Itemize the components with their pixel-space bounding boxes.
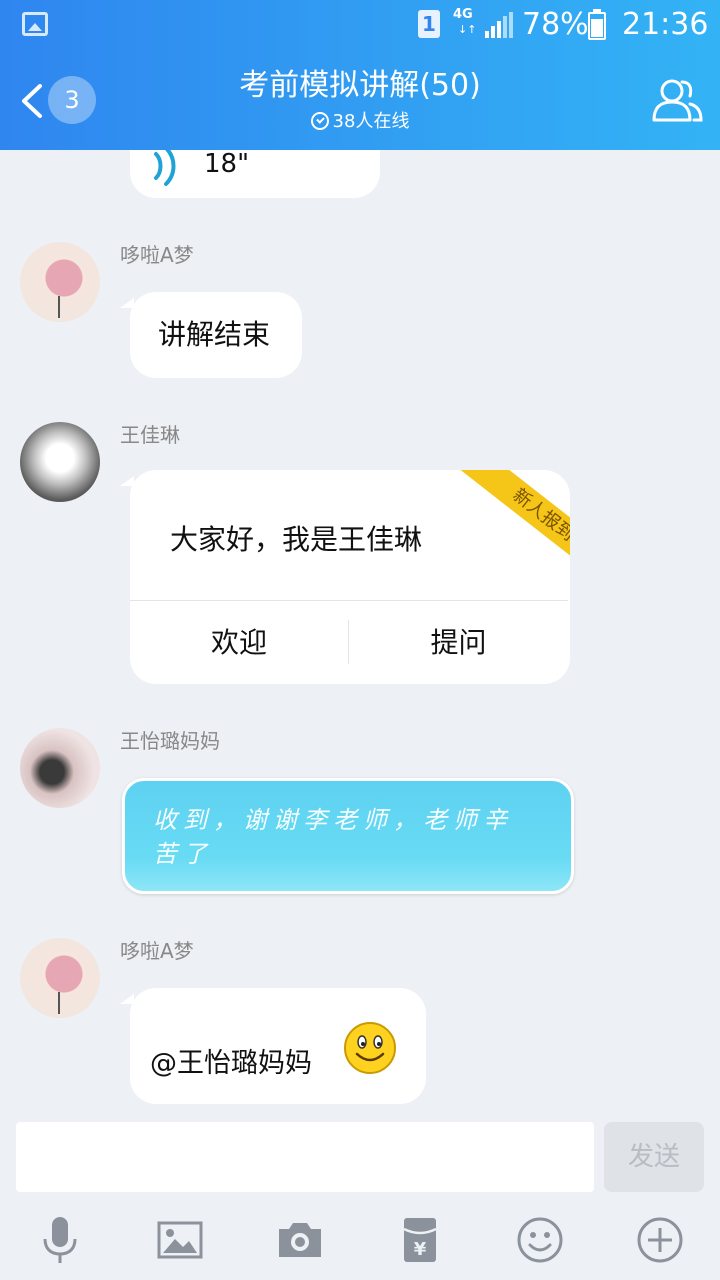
avatar[interactable] — [20, 422, 100, 502]
chevron-left-icon — [22, 84, 42, 118]
network-type: 4G — [453, 7, 473, 22]
message-text: @王怡璐妈妈 — [150, 1048, 312, 1079]
unread-badge: 3 — [48, 76, 96, 124]
avatar[interactable] — [20, 242, 100, 322]
welcome-label: 欢迎 — [210, 626, 267, 659]
sim-slot-indicator: 1 — [418, 10, 440, 38]
signal-strength-icon — [485, 12, 513, 38]
title-bar: 3 考前模拟讲解(50) 38人在线 — [0, 50, 720, 150]
image-icon[interactable] — [155, 1215, 205, 1265]
ask-button[interactable]: 提问 — [349, 601, 568, 684]
microphone-icon[interactable] — [35, 1215, 85, 1265]
voice-duration: 18" — [204, 150, 250, 179]
message-text: 讲解结束 — [158, 318, 271, 351]
ask-label: 提问 — [430, 626, 487, 659]
chevron-circle-icon — [310, 112, 329, 130]
new-member-ribbon: 新人报到 — [460, 470, 570, 560]
ribbon-label: 新人报到 — [508, 484, 570, 546]
group-members-icon[interactable] — [650, 74, 704, 128]
voice-wave-icon — [154, 150, 176, 186]
message-input[interactable] — [16, 1122, 594, 1192]
clock: 21:36 — [622, 7, 709, 42]
avatar[interactable] — [20, 728, 100, 808]
sender-name: 王佳琳 — [120, 423, 180, 447]
welcome-button[interactable]: 欢迎 — [130, 601, 348, 684]
red-packet-icon[interactable]: ¥ — [395, 1215, 445, 1265]
chat-area[interactable]: 18" 哆啦A梦 讲解结束 王佳琳 新人报到 大家好，我是王佳琳 欢迎 提问 王… — [0, 150, 720, 1105]
page-title: 考前模拟讲解(50) — [239, 68, 481, 103]
back-button[interactable]: 3 — [12, 72, 102, 128]
voice-message-bubble[interactable]: 18" — [130, 150, 380, 198]
message-text: 大家好，我是王佳琳 — [170, 523, 423, 556]
new-member-card[interactable]: 新人报到 大家好，我是王佳琳 欢迎 提问 — [120, 470, 570, 684]
emoji-icon[interactable] — [515, 1215, 565, 1265]
camera-icon[interactable] — [275, 1215, 325, 1265]
data-activity-icon: ↓↑ — [458, 23, 477, 36]
gallery-notification-icon — [22, 12, 48, 36]
battery-icon — [588, 9, 606, 40]
svg-text:¥: ¥ — [414, 1239, 427, 1260]
smiley-emoji-icon — [344, 1022, 396, 1074]
avatar[interactable] — [20, 938, 100, 1018]
message-text-line-1: 收到，谢谢李老师，老师辛 — [153, 806, 513, 834]
themed-message-bubble[interactable]: 收到，谢谢李老师，老师辛 苦了 — [122, 778, 574, 894]
battery-percentage: 78% — [522, 7, 589, 42]
message-bubble[interactable]: @王怡璐妈妈 — [120, 988, 426, 1104]
message-text-line-2: 苦了 — [153, 840, 213, 868]
input-bar: 发送 — [0, 1105, 720, 1205]
sender-name: 哆啦A梦 — [120, 243, 194, 267]
sender-name: 哆啦A梦 — [120, 939, 194, 963]
status-bar: 1 4G ↓↑ 78% 21:36 — [0, 0, 720, 50]
bottom-toolbar: ¥ — [0, 1205, 720, 1280]
online-status[interactable]: 38人在线 — [220, 110, 500, 134]
plus-icon[interactable] — [635, 1215, 685, 1265]
send-button[interactable]: 发送 — [604, 1122, 704, 1192]
online-count: 38人在线 — [332, 111, 410, 132]
sender-name: 王怡璐妈妈 — [120, 729, 220, 753]
message-bubble[interactable]: 讲解结束 — [120, 292, 302, 378]
